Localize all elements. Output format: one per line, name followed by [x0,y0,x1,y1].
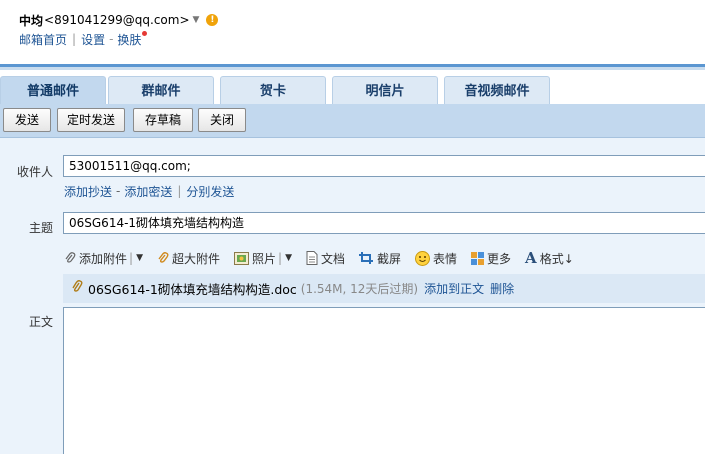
separate-send-link[interactable]: 分别发送 [186,183,234,200]
scissors-icon [359,251,374,265]
chevron-down-icon[interactable]: ▼ [136,253,143,263]
photo-label: 照片 [252,251,277,266]
add-to-body-link[interactable]: 添加到正文 [424,280,484,297]
send-button[interactable]: 发送 [3,108,51,132]
document-label: 文档 [320,251,345,266]
more-tool[interactable]: 更多 [471,250,511,267]
emoji-label: 表情 [433,251,458,266]
add-attachment-tool[interactable]: 添加附件 | ▼ [64,250,143,267]
attachment-row: 06SG614-1砌体填充墙结构构造.doc (1.54M, 12天后过期) 添… [63,274,705,303]
nav-separator: | [72,32,77,46]
alert-icon[interactable]: ! [206,14,219,26]
compose-tools: 添加附件 | ▼ 超大附件 照片 | ▼ 文档 截屏 表情 更多 A 格式↓ [64,249,588,267]
account-email: <891041299@qq.com> [44,13,190,27]
recipient-label: 收件人 [16,165,53,179]
big-paperclip-icon [157,251,169,265]
screenshot-label: 截屏 [377,251,402,266]
attachment-filename: 06SG614-1砌体填充墙结构构造.doc [88,282,297,297]
links-separator: | [177,184,182,198]
recipient-links: 添加抄送 - 添加密送 | 分别发送 [64,183,234,199]
font-a-icon: A [525,249,537,267]
tool-pipe: | [278,251,283,265]
subject-label: 主题 [28,221,53,235]
save-draft-button[interactable]: 存草稿 [133,108,193,132]
format-tool[interactable]: A 格式↓ [525,249,574,267]
body-label: 正文 [28,315,53,329]
attachment-clip-icon [71,280,83,297]
tab-group-mail[interactable]: 群邮件 [108,76,214,104]
account-name: 中均 [19,13,44,28]
tab-normal-mail[interactable]: 普通邮件 [0,76,106,104]
body-editor[interactable] [63,307,705,454]
photo-icon [234,251,249,265]
nav-dash: - [109,32,114,46]
close-button[interactable]: 关闭 [198,108,246,132]
subject-input[interactable]: 06SG614-1砌体填充墙结构构造 [63,212,705,234]
document-icon [306,251,318,265]
big-attachment-tool[interactable]: 超大附件 [157,250,220,267]
header-nav: 邮箱首页 | 设置 - 换肤 [19,30,148,48]
screenshot-tool[interactable]: 截屏 [359,250,401,267]
scheduled-send-button[interactable]: 定时发送 [57,108,125,132]
smiley-icon [415,250,431,266]
delete-attachment-link[interactable]: 删除 [490,280,514,297]
tab-greeting-card[interactable]: 贺卡 [220,76,326,104]
document-tool[interactable]: 文档 [306,250,345,267]
grid-icon [471,251,485,265]
emoji-tool[interactable]: 表情 [415,250,457,267]
links-dash: - [116,184,121,198]
recipient-input[interactable]: 53001511@qq.com; [63,155,705,177]
format-label: 格式↓ [539,251,574,266]
nav-mail-home[interactable]: 邮箱首页 [19,31,67,48]
add-cc-link[interactable]: 添加抄送 [64,183,112,200]
add-attachment-label: 添加附件 [79,251,128,266]
new-dot-icon [142,30,148,36]
tab-av-mail[interactable]: 音视频邮件 [444,76,550,104]
big-attachment-label: 超大附件 [171,251,220,266]
compose-toolbar: 发送 定时发送 存草稿 关闭 [0,104,705,138]
account-dropdown-icon[interactable]: ▼ [193,15,200,25]
photo-tool[interactable]: 照片 | ▼ [234,250,292,267]
nav-settings[interactable]: 设置 [81,31,105,48]
compose-tabs: 普通邮件 群邮件 贺卡 明信片 音视频邮件 [0,70,705,104]
add-bcc-link[interactable]: 添加密送 [124,183,172,200]
compose-form: 收件人 53001511@qq.com; 添加抄送 - 添加密送 | 分别发送 … [0,138,705,454]
tab-postcard[interactable]: 明信片 [332,76,438,104]
more-label: 更多 [487,251,512,266]
chevron-down-icon[interactable]: ▼ [285,253,292,263]
account-line: 中均 <891041299@qq.com> ▼ ! [19,11,219,29]
nav-change-skin[interactable]: 换肤 [117,31,141,48]
attachment-meta: (1.54M, 12天后过期) [300,282,419,296]
top-header: 中均 <891041299@qq.com> ▼ ! 邮箱首页 | 设置 - 换肤 [0,0,705,64]
tool-pipe: | [129,251,134,265]
paperclip-icon [64,251,76,265]
